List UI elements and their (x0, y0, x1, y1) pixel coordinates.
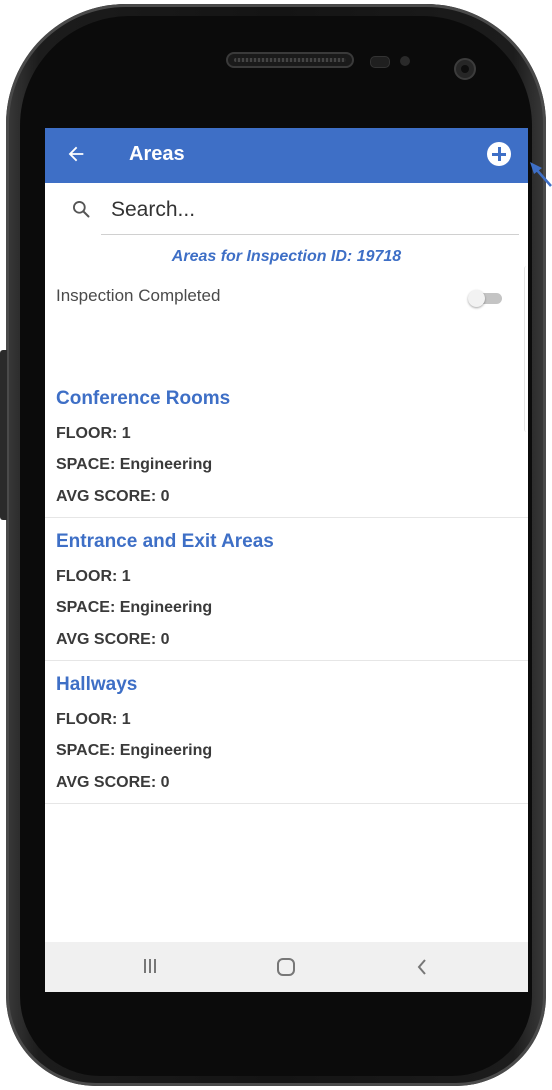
area-floor: FLOOR: 1 (56, 711, 131, 728)
area-avg-score: AVG SCORE: 0 (56, 631, 170, 648)
area-avg-score: AVG SCORE: 0 (56, 488, 170, 505)
area-space: SPACE: Engineering (56, 599, 213, 616)
app-header: Areas (45, 128, 528, 183)
area-name: Hallways (56, 674, 138, 695)
inspection-completed-row: Inspection Completed (45, 278, 528, 314)
proximity-sensor (370, 56, 390, 68)
search-underline (101, 234, 519, 235)
area-space: SPACE: Engineering (56, 456, 213, 473)
area-name: Conference Rooms (56, 388, 231, 409)
inspection-heading: Areas for Inspection ID: 19718 (171, 248, 402, 265)
list-item[interactable]: Hallways FLOOR: 1 SPACE: Engineering AVG… (45, 661, 528, 804)
area-avg-score: AVG SCORE: 0 (56, 774, 170, 791)
front-camera (454, 58, 476, 80)
recent-apps-icon[interactable] (142, 959, 158, 975)
search-icon (73, 201, 90, 218)
callout-arrow-icon (530, 162, 552, 187)
light-sensor (400, 56, 410, 66)
inspection-completed-label: Inspection Completed (56, 286, 221, 305)
home-icon[interactable] (277, 958, 295, 976)
plus-circle-icon[interactable] (487, 142, 511, 166)
system-navbar (45, 942, 528, 992)
side-button (0, 350, 7, 520)
toggle-knob (468, 290, 485, 307)
inspection-completed-toggle[interactable] (468, 290, 504, 307)
search-input[interactable] (101, 191, 521, 229)
app-screen: Areas Areas for Inspection ID: 19718 Ins… (45, 128, 528, 992)
earpiece-speaker (226, 52, 354, 68)
search-bar (45, 183, 528, 237)
area-list: Conference Rooms FLOOR: 1 SPACE: Enginee… (45, 375, 528, 804)
area-name: Entrance and Exit Areas (56, 531, 274, 552)
system-back-icon[interactable] (415, 957, 429, 977)
area-floor: FLOOR: 1 (56, 568, 131, 585)
list-item[interactable]: Conference Rooms FLOOR: 1 SPACE: Enginee… (45, 375, 528, 518)
list-item[interactable]: Entrance and Exit Areas FLOOR: 1 SPACE: … (45, 518, 528, 661)
page-title: Areas (129, 143, 185, 165)
arrow-left-icon[interactable] (65, 140, 89, 168)
area-space: SPACE: Engineering (56, 742, 213, 759)
area-floor: FLOOR: 1 (56, 425, 131, 442)
